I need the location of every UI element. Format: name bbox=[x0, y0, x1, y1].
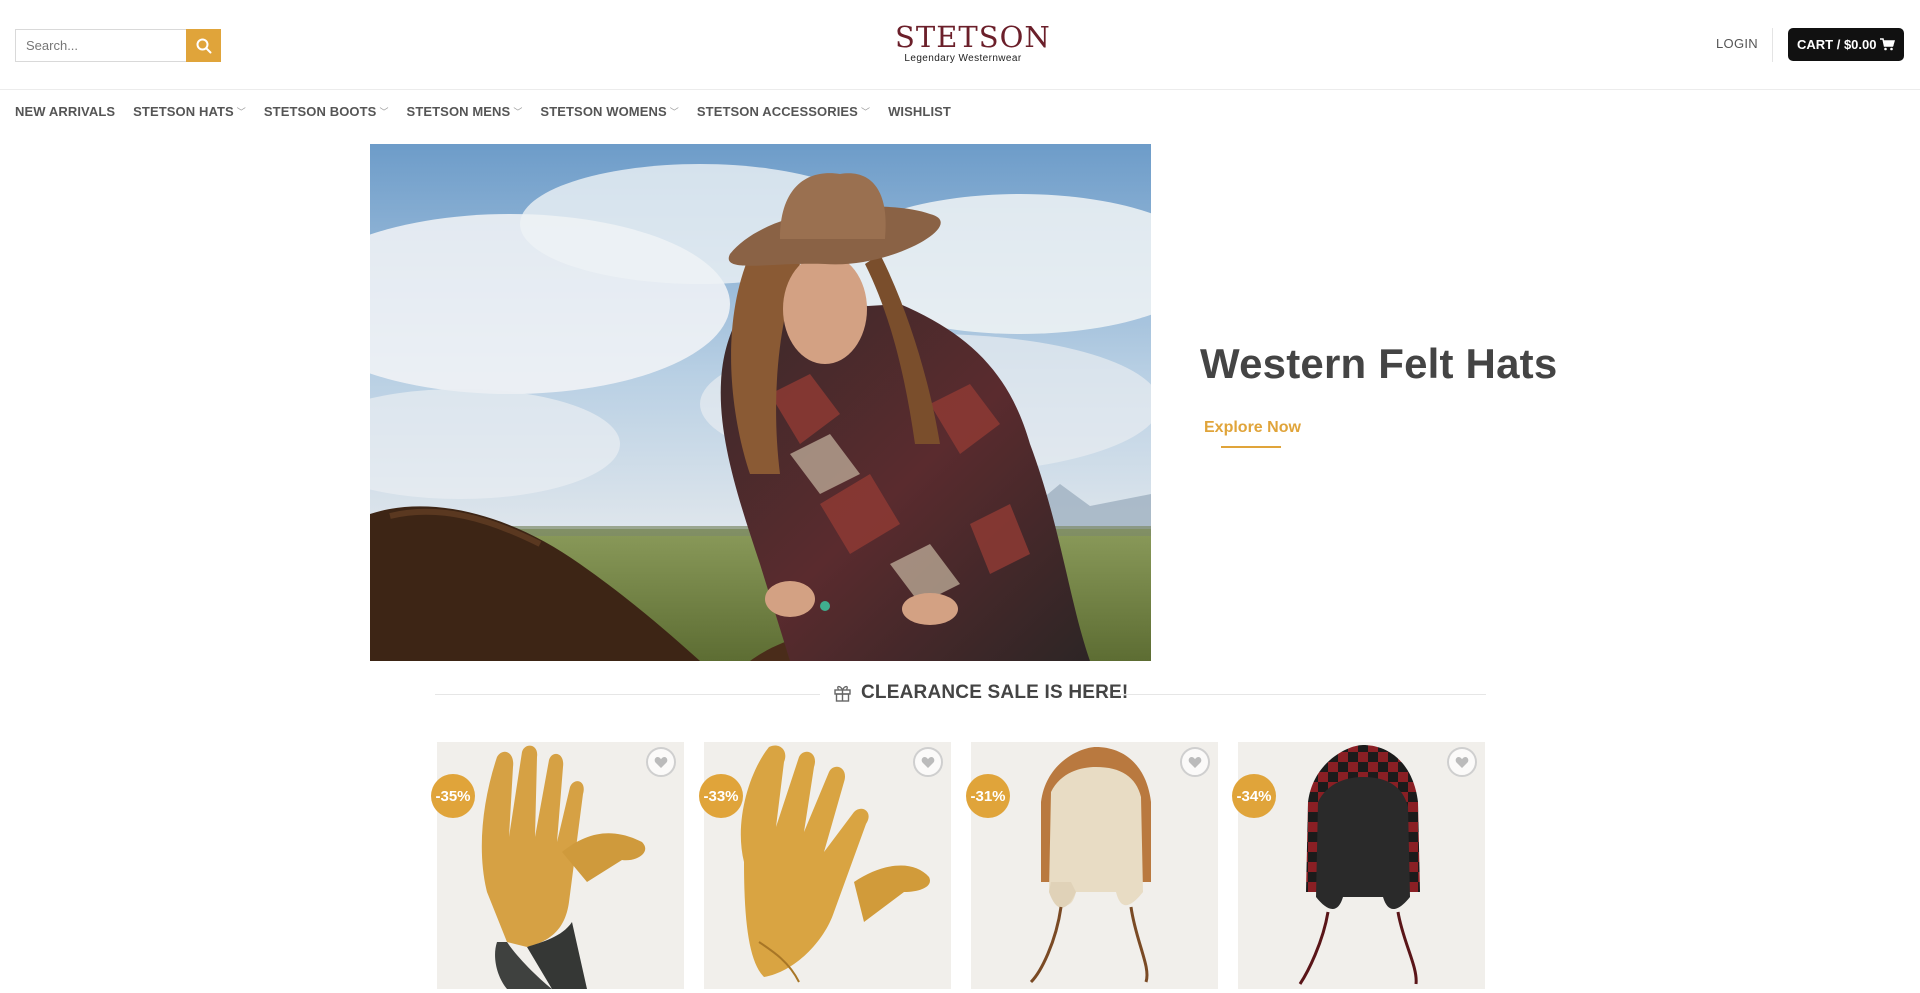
hero-photo bbox=[370, 144, 1151, 661]
product-image bbox=[437, 742, 684, 989]
site-header: STETSON Legendary Westernwear LOGIN CART… bbox=[0, 0, 1920, 90]
chevron-down-icon: ﹀ bbox=[513, 107, 523, 117]
logo-tagline: Legendary Westernwear bbox=[904, 53, 1022, 64]
wishlist-button[interactable] bbox=[913, 747, 943, 777]
logo-wordmark: STETSON bbox=[895, 20, 1051, 54]
wishlist-button[interactable] bbox=[646, 747, 676, 777]
wishlist-button[interactable] bbox=[1180, 747, 1210, 777]
header-divider bbox=[1772, 28, 1773, 62]
heart-icon bbox=[921, 756, 935, 768]
discount-badge: -35% bbox=[431, 774, 475, 818]
cart-label: CART / $0.00 bbox=[1797, 37, 1877, 52]
section-divider-right bbox=[1104, 694, 1486, 695]
discount-badge: -34% bbox=[1232, 774, 1276, 818]
nav-stetson-hats[interactable]: STETSON HATS ﹀ bbox=[133, 104, 246, 119]
heart-icon bbox=[654, 756, 668, 768]
site-logo[interactable]: STETSON Legendary Westernwear bbox=[895, 20, 1051, 64]
search-button[interactable] bbox=[186, 29, 221, 62]
chevron-down-icon: ﹀ bbox=[379, 107, 389, 117]
nav-new-arrivals[interactable]: NEW ARRIVALS bbox=[15, 104, 115, 119]
product-card-2[interactable] bbox=[704, 742, 951, 989]
chevron-down-icon: ﹀ bbox=[236, 107, 246, 117]
nav-wishlist[interactable]: WISHLIST bbox=[888, 104, 951, 119]
product-image bbox=[1238, 742, 1485, 989]
login-link[interactable]: LOGIN bbox=[1716, 36, 1758, 51]
discount-badge: -31% bbox=[966, 774, 1010, 818]
product-card-1[interactable] bbox=[437, 742, 684, 989]
chevron-down-icon: ﹀ bbox=[860, 107, 871, 117]
nav-label: STETSON HATS bbox=[133, 104, 234, 119]
search-input[interactable] bbox=[15, 29, 186, 62]
nav-stetson-accessories[interactable]: STETSON ACCESSORIES ﹀ bbox=[697, 104, 870, 119]
search-icon bbox=[196, 38, 211, 53]
section-divider-left bbox=[435, 694, 820, 695]
nav-label: STETSON BOOTS bbox=[263, 104, 377, 119]
discount-badge: -33% bbox=[699, 774, 743, 818]
nav-label: WISHLIST bbox=[888, 104, 951, 119]
nav-label: NEW ARRIVALS bbox=[15, 104, 116, 119]
section-title: CLEARANCE SALE IS HERE! bbox=[834, 682, 1128, 704]
cart-icon bbox=[1880, 38, 1896, 51]
heart-icon bbox=[1455, 756, 1469, 768]
explore-now-link[interactable]: Explore Now bbox=[1204, 419, 1301, 437]
nav-label: STETSON MENS bbox=[406, 104, 511, 119]
cart-button[interactable]: CART / $0.00 bbox=[1788, 28, 1905, 61]
nav-stetson-womens[interactable]: STETSON WOMENS ﹀ bbox=[540, 104, 678, 119]
nav-stetson-mens[interactable]: STETSON MENS ﹀ bbox=[407, 104, 523, 119]
nav-label: STETSON WOMENS bbox=[540, 104, 667, 119]
main-nav: NEW ARRIVALS STETSON HATS ﹀ STETSON BOOT… bbox=[15, 104, 951, 119]
nav-label: STETSON ACCESSORIES bbox=[696, 104, 858, 119]
product-image bbox=[971, 742, 1218, 989]
chevron-down-icon: ﹀ bbox=[669, 107, 679, 117]
product-card-4[interactable] bbox=[1238, 742, 1485, 989]
cta-underline bbox=[1221, 446, 1281, 448]
hero-title: Western Felt Hats bbox=[1200, 340, 1558, 387]
product-image bbox=[704, 742, 951, 989]
product-card-3[interactable] bbox=[971, 742, 1218, 989]
hero-image[interactable] bbox=[370, 144, 1151, 661]
section-title-text: CLEARANCE SALE IS HERE! bbox=[861, 682, 1129, 703]
search-form bbox=[15, 29, 221, 62]
heart-icon bbox=[1188, 756, 1202, 768]
wishlist-button[interactable] bbox=[1447, 747, 1477, 777]
nav-stetson-boots[interactable]: STETSON BOOTS ﹀ bbox=[264, 104, 389, 119]
gift-icon bbox=[834, 685, 851, 702]
